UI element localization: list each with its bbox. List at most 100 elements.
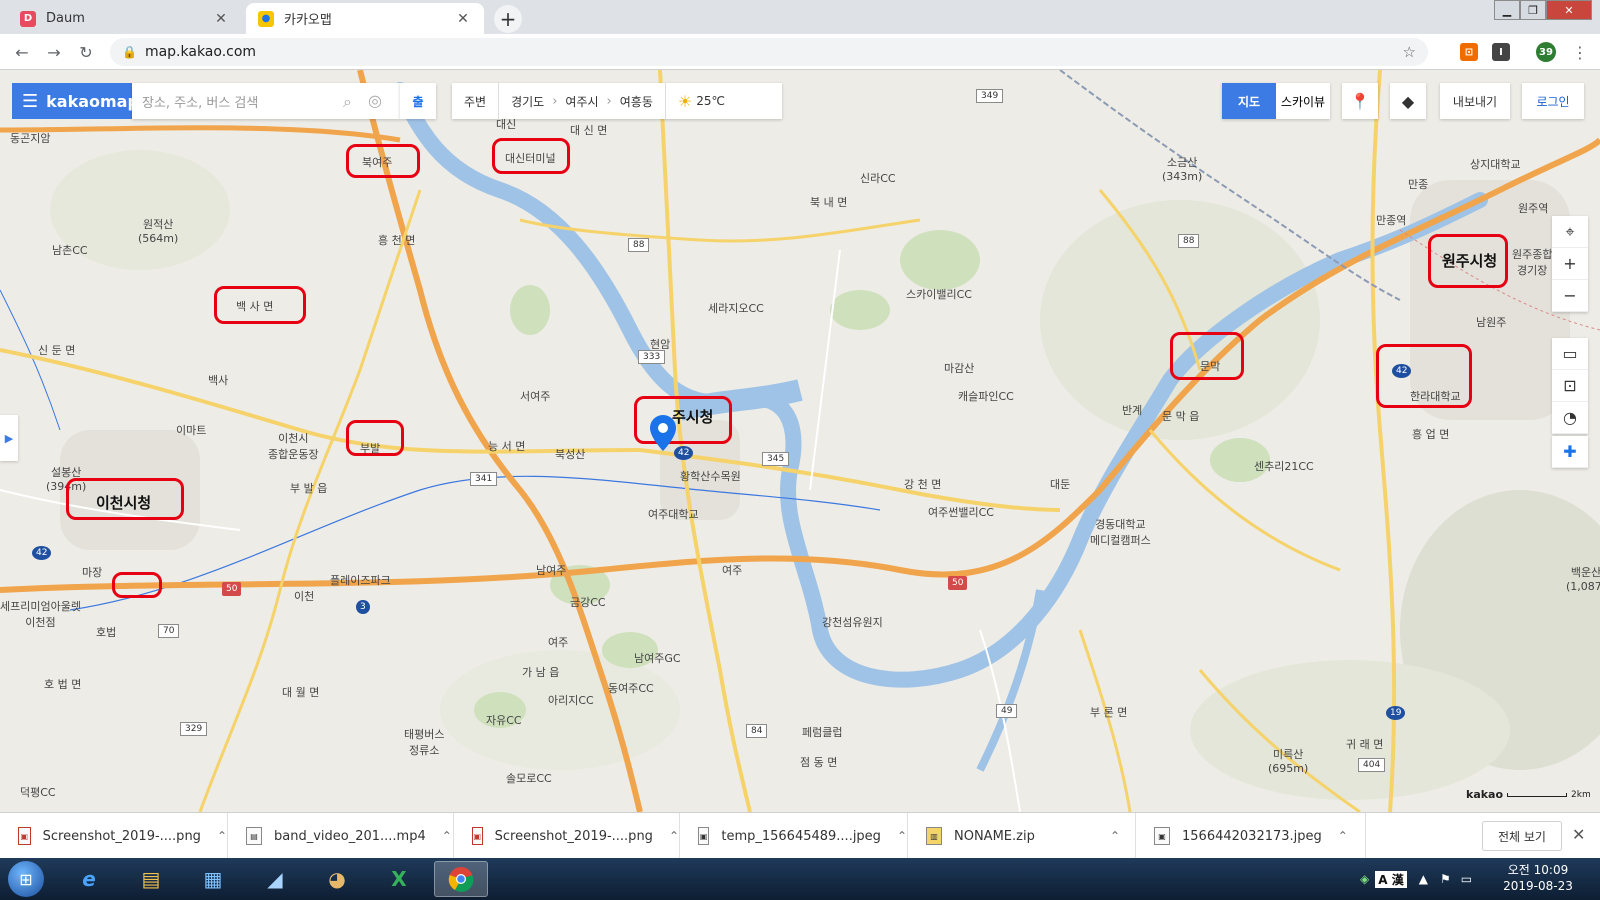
place-label[interactable]: 미륵산 (695m) [1268, 746, 1308, 775]
breadcrumb-dong[interactable]: 여흥동 [620, 93, 653, 110]
place-label-yeoju-cityhall[interactable]: 주시청 [672, 406, 713, 427]
chevron-up-icon[interactable]: ⌃ [897, 829, 907, 843]
extension-i-icon[interactable]: I [1492, 43, 1510, 61]
download-item[interactable]: ▤ band_video_201....mp4 ⌃ [228, 813, 454, 859]
zoom-out-icon[interactable]: − [1552, 280, 1588, 312]
place-label[interactable]: 덕평CC [20, 784, 56, 800]
place-label[interactable]: 북 내 면 [810, 194, 847, 210]
side-panel-toggle[interactable]: ▶ [0, 415, 18, 461]
place-label[interactable]: 이천시 종합운동장 [268, 430, 319, 462]
notes-app-icon[interactable]: ◢ [248, 861, 302, 897]
place-label[interactable]: 부 론 면 [1090, 704, 1127, 720]
download-item[interactable]: ▥ NONAME.zip ⌃ [908, 813, 1136, 859]
window-close-icon[interactable]: ✕ [1546, 0, 1592, 20]
flag-icon[interactable]: ⚑ [1440, 872, 1451, 886]
place-label[interactable]: 경동대학교 메디컬캠퍼스 [1090, 516, 1151, 548]
place-label[interactable]: 만종 [1408, 176, 1428, 192]
place-label[interactable]: 여주썬밸리CC [928, 504, 994, 520]
place-label-wonju-cityhall[interactable]: 원주시청 [1442, 250, 1497, 271]
forward-icon[interactable]: → [42, 40, 66, 64]
map-type-map-button[interactable]: 지도 [1222, 83, 1276, 119]
download-item[interactable]: ▣ Screenshot_2019-....png ⌃ [454, 813, 680, 859]
place-label[interactable]: 강 천 면 [904, 476, 941, 492]
place-label[interactable]: 만종역 [1376, 212, 1406, 228]
profile-avatar[interactable]: 39 [1536, 42, 1556, 62]
place-label[interactable]: 대 월 면 [282, 684, 319, 700]
place-label[interactable]: 여주 [548, 634, 568, 650]
download-item[interactable]: ▣ 1566442032173.jpeg ⌃ [1136, 813, 1366, 859]
area-measure-icon[interactable]: ⊡ [1552, 370, 1588, 402]
chrome-icon[interactable] [434, 861, 488, 897]
place-label[interactable]: 센추리21CC [1254, 458, 1314, 474]
show-all-downloads-button[interactable]: 전체 보기 [1482, 821, 1562, 851]
place-label[interactable]: 솔모로CC [506, 770, 552, 786]
place-label[interactable]: 부 발 읍 [290, 480, 327, 496]
tab-kakaomap[interactable]: ● 카카오맵 ✕ [246, 3, 484, 34]
place-label[interactable]: 상지대학교 [1470, 156, 1521, 172]
place-label[interactable]: 동곤지암 [10, 130, 50, 146]
place-label[interactable]: 태평버스 정류소 [404, 726, 444, 758]
place-label[interactable]: 동여주CC [608, 680, 654, 696]
place-label-buk-yeoju[interactable]: 북여주 [362, 154, 392, 170]
place-label[interactable]: 백운산 (1,087) [1566, 564, 1600, 593]
chevron-up-icon[interactable]: ⌃ [1338, 829, 1348, 843]
place-label[interactable]: 마감산 [944, 360, 974, 376]
place-label[interactable]: 호 법 면 [44, 676, 81, 692]
login-button[interactable]: 로그인 [1522, 83, 1584, 119]
minimize-icon[interactable]: ▁ [1494, 0, 1520, 20]
place-label[interactable]: 현암 [650, 336, 670, 352]
close-icon[interactable]: ✕ [212, 11, 230, 27]
chevron-up-icon[interactable]: ⌃ [1110, 829, 1120, 843]
clock[interactable]: 오전 10:09 2019-08-23 [1500, 862, 1576, 894]
place-label[interactable]: 호법 [96, 624, 116, 640]
place-label[interactable]: 흥 업 면 [1412, 426, 1449, 442]
place-label[interactable]: 여주 [722, 562, 742, 578]
internet-explorer-icon[interactable]: e [62, 861, 116, 897]
place-label[interactable]: 남촌CC [52, 242, 88, 258]
place-label[interactable]: 페럼클럽 [802, 724, 842, 740]
place-label[interactable]: 남여주GC [634, 650, 681, 666]
place-label[interactable]: 북성산 [555, 446, 585, 462]
location-marker-icon[interactable] [650, 415, 676, 451]
place-label[interactable]: 신 둔 면 [38, 342, 75, 358]
directions-icon[interactable]: ◎ [368, 91, 382, 110]
monitor-icon[interactable]: ▭ [1461, 872, 1472, 886]
chevron-up-icon[interactable]: ⌃ [669, 829, 679, 843]
ruler-icon[interactable]: ▭ [1552, 338, 1588, 370]
place-label[interactable]: 원적산 (564m) [138, 216, 178, 245]
place-label[interactable]: 소금산 (343m) [1162, 154, 1202, 183]
zoom-in-icon[interactable]: + [1552, 248, 1588, 280]
paint-icon[interactable]: ◕ [310, 861, 364, 897]
place-label[interactable]: 세프리미엄아울렛 이천점 [0, 598, 81, 630]
place-label-icheon-cityhall[interactable]: 이천시청 [96, 492, 151, 513]
restore-icon[interactable]: ❐ [1520, 0, 1546, 20]
calendar-app-icon[interactable]: ▦ [186, 861, 240, 897]
ime-indicator[interactable]: A 漢 [1375, 870, 1407, 888]
place-label[interactable]: 여주대학교 [648, 506, 699, 522]
layers-icon[interactable]: ◆ [1390, 83, 1426, 119]
back-icon[interactable]: ← [10, 40, 34, 64]
download-item[interactable]: ▣ temp_156645489....jpeg ⌃ [680, 813, 908, 859]
menu-dots-icon[interactable]: ⋮ [1568, 40, 1592, 64]
place-label-munmak[interactable]: 문막 [1200, 358, 1220, 374]
new-tab-button[interactable]: + [494, 5, 522, 33]
place-label[interactable]: 귀 래 면 [1346, 736, 1383, 752]
export-button[interactable]: 내보내기 [1440, 83, 1510, 119]
extension-icon[interactable]: ⊡ [1460, 43, 1478, 61]
place-label[interactable]: 서여주 [520, 388, 550, 404]
place-label[interactable]: 가 남 읍 [522, 664, 559, 680]
map-type-skyview-button[interactable]: 스카이뷰 [1276, 83, 1330, 119]
file-explorer-icon[interactable]: ▤ [124, 861, 178, 897]
place-label[interactable]: 대 신 면 [570, 122, 607, 138]
search-icon[interactable]: ⌕ [343, 92, 352, 112]
place-label-bubal[interactable]: 부발 [360, 440, 380, 456]
place-label[interactable]: 능 서 면 [488, 438, 525, 454]
place-label[interactable]: 스카이밸리CC [906, 286, 972, 302]
place-label[interactable]: 남원주 [1476, 314, 1506, 330]
place-label[interactable]: 문 막 읍 [1162, 408, 1199, 424]
map-canvas[interactable]: 52 349 88 88 333 42 345 341 42 50 3 70 3… [0, 70, 1600, 812]
place-label[interactable]: 남여주 [536, 562, 566, 578]
tab-daum[interactable]: D Daum ✕ [8, 3, 242, 34]
place-label[interactable]: 세라지오CC [708, 300, 764, 316]
bookmark-star-icon[interactable]: ☆ [1403, 43, 1416, 61]
